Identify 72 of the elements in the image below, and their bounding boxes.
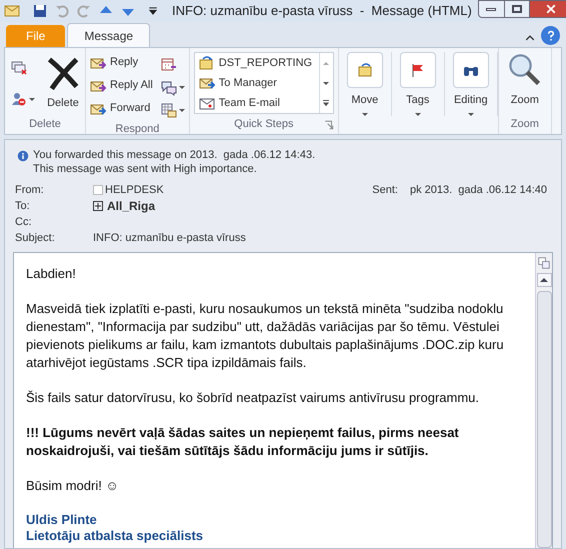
ribbon-button[interactable]: Tags: [396, 52, 440, 116]
quick-step-item[interactable]: DST_REPORTING: [194, 53, 319, 73]
respond-button[interactable]: Forward: [90, 98, 153, 119]
collapse-ribbon-button[interactable]: [525, 33, 535, 43]
signature-line: Uldis Plinte: [26, 512, 98, 528]
envelopes-icon: [11, 59, 27, 75]
signature-line: Lietotāju atbalsta speciālists: [26, 528, 204, 544]
scroll-up-button[interactable]: [536, 273, 552, 287]
envelope-icon: [4, 3, 20, 19]
caret-icon: [178, 109, 185, 112]
info-message: This message was sent with High importance.: [33, 162, 258, 176]
ribbon-button[interactable]: Editing: [448, 52, 493, 116]
close-icon: [545, 3, 558, 15]
expand-icon: [322, 99, 330, 107]
quick-step-item[interactable]: To Manager: [194, 73, 319, 93]
folder-arrow-icon: [356, 62, 373, 78]
group-label: Respond: [115, 122, 160, 137]
paragraph: Šis fails satur datorvīrusu, ko šobrīd neatpazīst vairums antivīrusu programmu.: [26, 389, 480, 407]
table-envelope-icon: [160, 102, 177, 118]
help-button[interactable]: [541, 26, 560, 45]
customize-button[interactable]: [148, 6, 158, 16]
recipient-name[interactable]: All_Riga: [107, 198, 156, 214]
respond-button[interactable]: Reply All: [90, 75, 153, 96]
person-block-icon: [11, 91, 27, 107]
field-label: To:: [15, 199, 31, 214]
folder-arrow-icon: [198, 55, 215, 71]
paragraph: Masveidā tiek izplatīti e-pasti, kuru nosaukumos un tekstā minēta "sudziba nodoklu dienestam", "Informacija par sudzibu" utt, dažādās variācijas par šo tēmu. Vēstulei pievienots pielikums ar failu, kam izmantots dubultais paplašinājums .DOC.zip kuru atarhivējot iegūstams .SCR tipa izpildāmais fails.: [26, 300, 505, 372]
chat-bubbles-icon: [160, 80, 177, 96]
magnifier-icon: [506, 52, 543, 88]
chevron-up-icon: [525, 33, 535, 43]
undo-icon: [54, 3, 70, 19]
redo-icon: [76, 3, 92, 19]
dialog-launcher-icon: [324, 120, 334, 130]
paragraph: !!! Lūgums nevērt vaļā šādas saites un nepieņemt failus, pirms neesat noskaidrojuši, vai tiešām sūtītājs šādu informāciju jums ir sūtījis.: [26, 424, 460, 460]
respond-button[interactable]: Reply: [90, 52, 153, 73]
contact-status-icon: [93, 185, 103, 195]
caret-icon: [362, 112, 368, 116]
window-title: INFO: uzmanību e-pasta vīruss - Message (HTML): [172, 2, 472, 20]
ribbon-button[interactable]: Move: [342, 52, 387, 116]
paragraph: Būsim modri! ☺: [26, 477, 120, 495]
calendar-icon: [160, 56, 177, 72]
field-label: From:: [15, 183, 45, 198]
group-label: Zoom: [510, 116, 539, 132]
info-message: You forwarded this message on 2013. gada .06.12 14:43.: [33, 148, 316, 162]
caret-icon: [414, 112, 421, 116]
subject-text: INFO: uzmanību e-pasta vīruss: [93, 231, 247, 246]
caret-icon: [178, 86, 185, 89]
restore-button[interactable]: [504, 0, 530, 18]
field-label: Subject:: [15, 231, 56, 246]
caret-icon: [148, 6, 158, 16]
delete-button[interactable]: Delete: [45, 54, 81, 112]
field-label: Sent:: [372, 183, 398, 198]
minimize-button[interactable]: [478, 0, 505, 18]
caret-icon: [468, 112, 474, 116]
expand-button[interactable]: [93, 201, 103, 211]
field-label: Cc:: [15, 215, 32, 230]
save-button[interactable]: [32, 3, 48, 19]
group-label: Quick Steps: [234, 116, 294, 132]
sent-date: pk 2013. gada .06.12 14:40: [410, 183, 547, 198]
info-icon: [17, 150, 29, 162]
cross-icon: [45, 54, 81, 91]
caret-icon: [29, 98, 35, 100]
quick-step-item[interactable]: Team E-mail: [194, 93, 319, 113]
zoom-button[interactable]: Zoom: [506, 52, 543, 108]
group-label: Delete: [29, 116, 61, 132]
close-button[interactable]: [530, 0, 566, 18]
sender-name: HELPDESK: [105, 183, 164, 198]
ribbon-tab[interactable]: Message: [67, 23, 150, 47]
paragraph: Labdien!: [26, 265, 77, 283]
flag-icon: [410, 62, 426, 78]
plus-icon: [94, 202, 102, 210]
scrollbar-thumb[interactable]: [536, 291, 552, 548]
